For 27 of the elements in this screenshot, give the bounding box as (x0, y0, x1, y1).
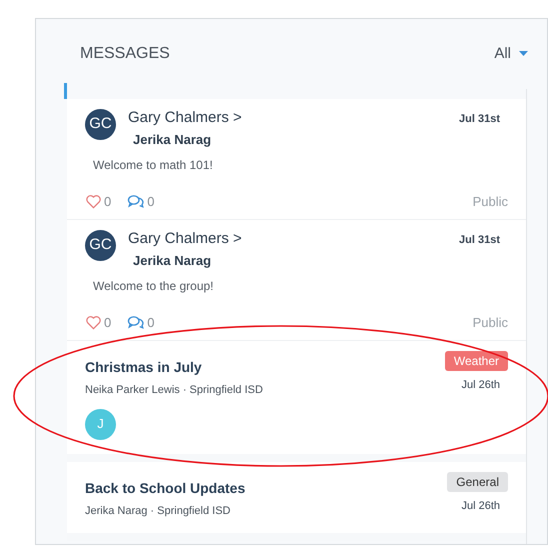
message-date: Jul 31st (459, 112, 500, 127)
filter-dropdown[interactable]: All (494, 42, 528, 66)
announcement-title[interactable]: Back to School Updates (85, 478, 448, 498)
recipient-name[interactable]: Jerika Narag (133, 130, 460, 150)
avatar: GC (85, 230, 116, 261)
visibility-label: Public (472, 314, 508, 332)
sender-name[interactable]: Gary Chalmers > (128, 109, 460, 127)
like-count: 0 (104, 314, 112, 332)
panel-title: MESSAGES (80, 44, 170, 64)
announcement-date: Jul 26th (461, 498, 500, 514)
visibility-label: Public (472, 192, 508, 210)
sender-name[interactable]: Gary Chalmers > (128, 230, 460, 248)
announcement-meta: Jerika Narag · Springfield ISD (85, 504, 232, 518)
comment-count: 0 (147, 192, 154, 210)
category-tag: General (447, 472, 508, 492)
comment-count: 0 (147, 314, 154, 332)
like-count: 0 (104, 192, 112, 210)
category-tag: Weather (444, 351, 508, 371)
announcement-title[interactable]: Christmas in July (85, 357, 445, 378)
announcement-meta: Neika Parker Lewis · Springfield ISD (85, 383, 264, 398)
message-date: Jul 31st (459, 233, 500, 248)
participant-avatar: J (85, 408, 116, 440)
message-text: Welcome to the group! (93, 278, 215, 294)
message-text: Welcome to math 101! (93, 156, 214, 174)
recipient-name[interactable]: Jerika Narag (133, 251, 460, 270)
avatar: GC (85, 109, 116, 140)
announcement-date: Jul 26th (461, 378, 500, 393)
